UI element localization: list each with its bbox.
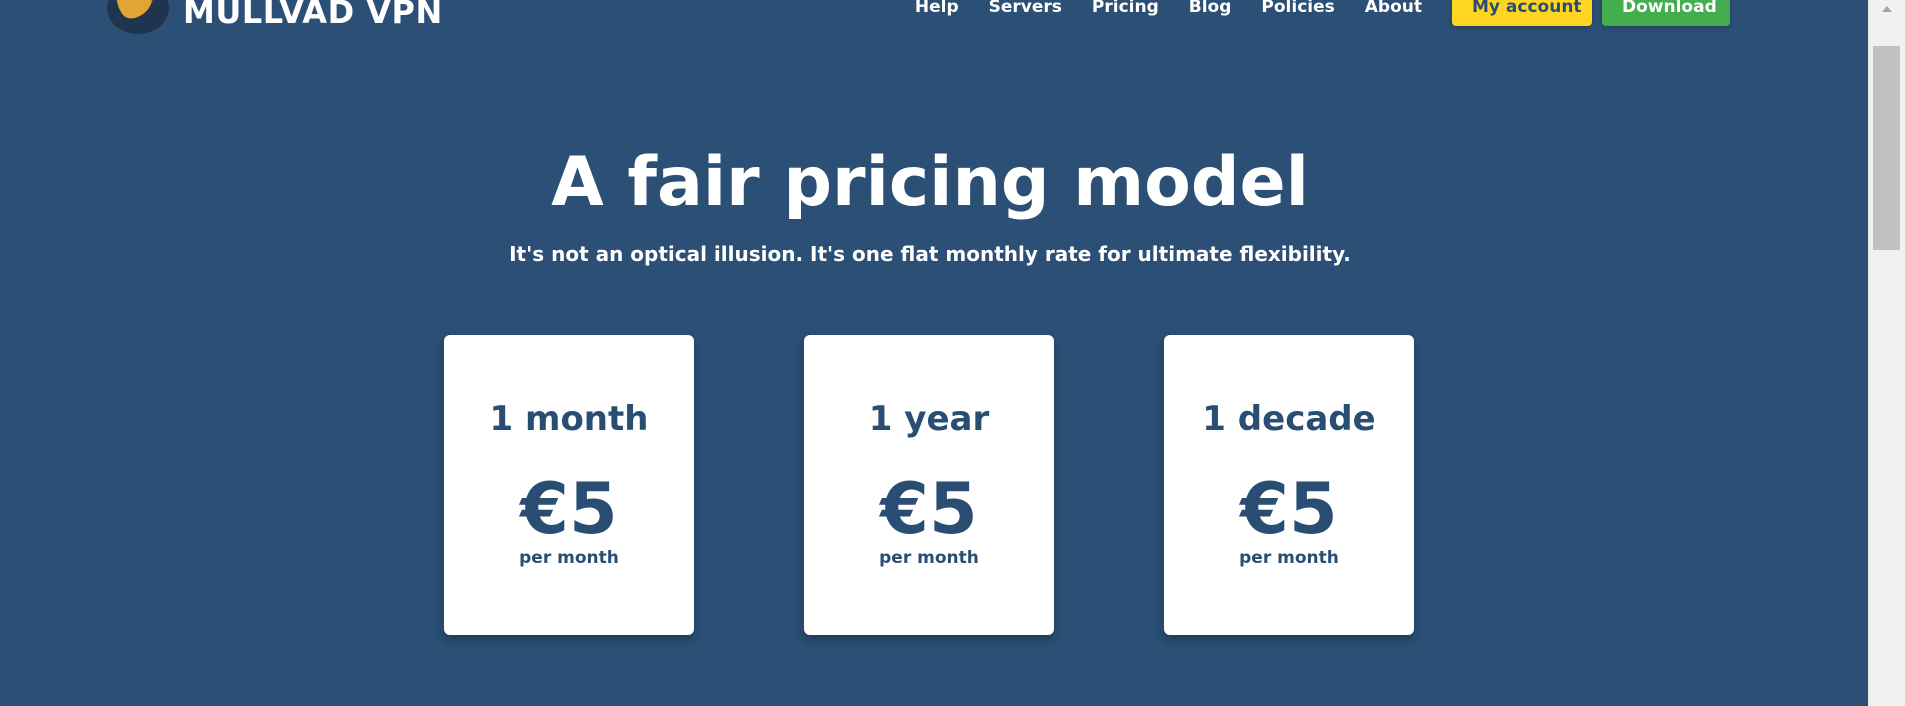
plan-unit: per month	[1239, 548, 1339, 568]
plan-price: €5	[1240, 468, 1338, 550]
plan-period: 1 month	[489, 399, 649, 439]
pricing-card-year[interactable]: 1 year €5 per month	[804, 335, 1054, 635]
page-title: A fair pricing model	[551, 143, 1309, 222]
plan-price: €5	[520, 468, 618, 550]
my-account-button[interactable]: My account	[1452, 0, 1592, 26]
main-nav: Help Servers Pricing Blog Policies About…	[885, 0, 1730, 26]
nav-link-about[interactable]: About	[1365, 0, 1422, 17]
scrollbar-thumb[interactable]	[1873, 46, 1900, 250]
page-viewport: MULLVAD VPN Help Servers Pricing Blog Po…	[0, 0, 1868, 706]
plan-period: 1 decade	[1202, 399, 1376, 439]
mullvad-mole-icon	[107, 0, 169, 34]
brand-name: MULLVAD VPN	[183, 0, 443, 31]
nav-link-servers[interactable]: Servers	[989, 0, 1062, 17]
nav-link-policies[interactable]: Policies	[1261, 0, 1334, 17]
plan-price: €5	[880, 468, 978, 550]
pricing-card-decade[interactable]: 1 decade €5 per month	[1164, 335, 1414, 635]
scroll-up-arrow-icon[interactable]	[1869, 0, 1905, 18]
download-button[interactable]: Download	[1602, 0, 1730, 26]
plan-unit: per month	[879, 548, 979, 568]
pricing-card-month[interactable]: 1 month €5 per month	[444, 335, 694, 635]
nav-link-help[interactable]: Help	[915, 0, 959, 17]
page-subtitle: It's not an optical illusion. It's one f…	[509, 242, 1351, 266]
plan-unit: per month	[519, 548, 619, 568]
brand-logo-link[interactable]: MULLVAD VPN	[107, 0, 443, 34]
nav-link-pricing[interactable]: Pricing	[1092, 0, 1159, 17]
plan-period: 1 year	[868, 399, 990, 439]
vertical-scrollbar[interactable]	[1868, 0, 1905, 706]
nav-link-blog[interactable]: Blog	[1189, 0, 1232, 17]
